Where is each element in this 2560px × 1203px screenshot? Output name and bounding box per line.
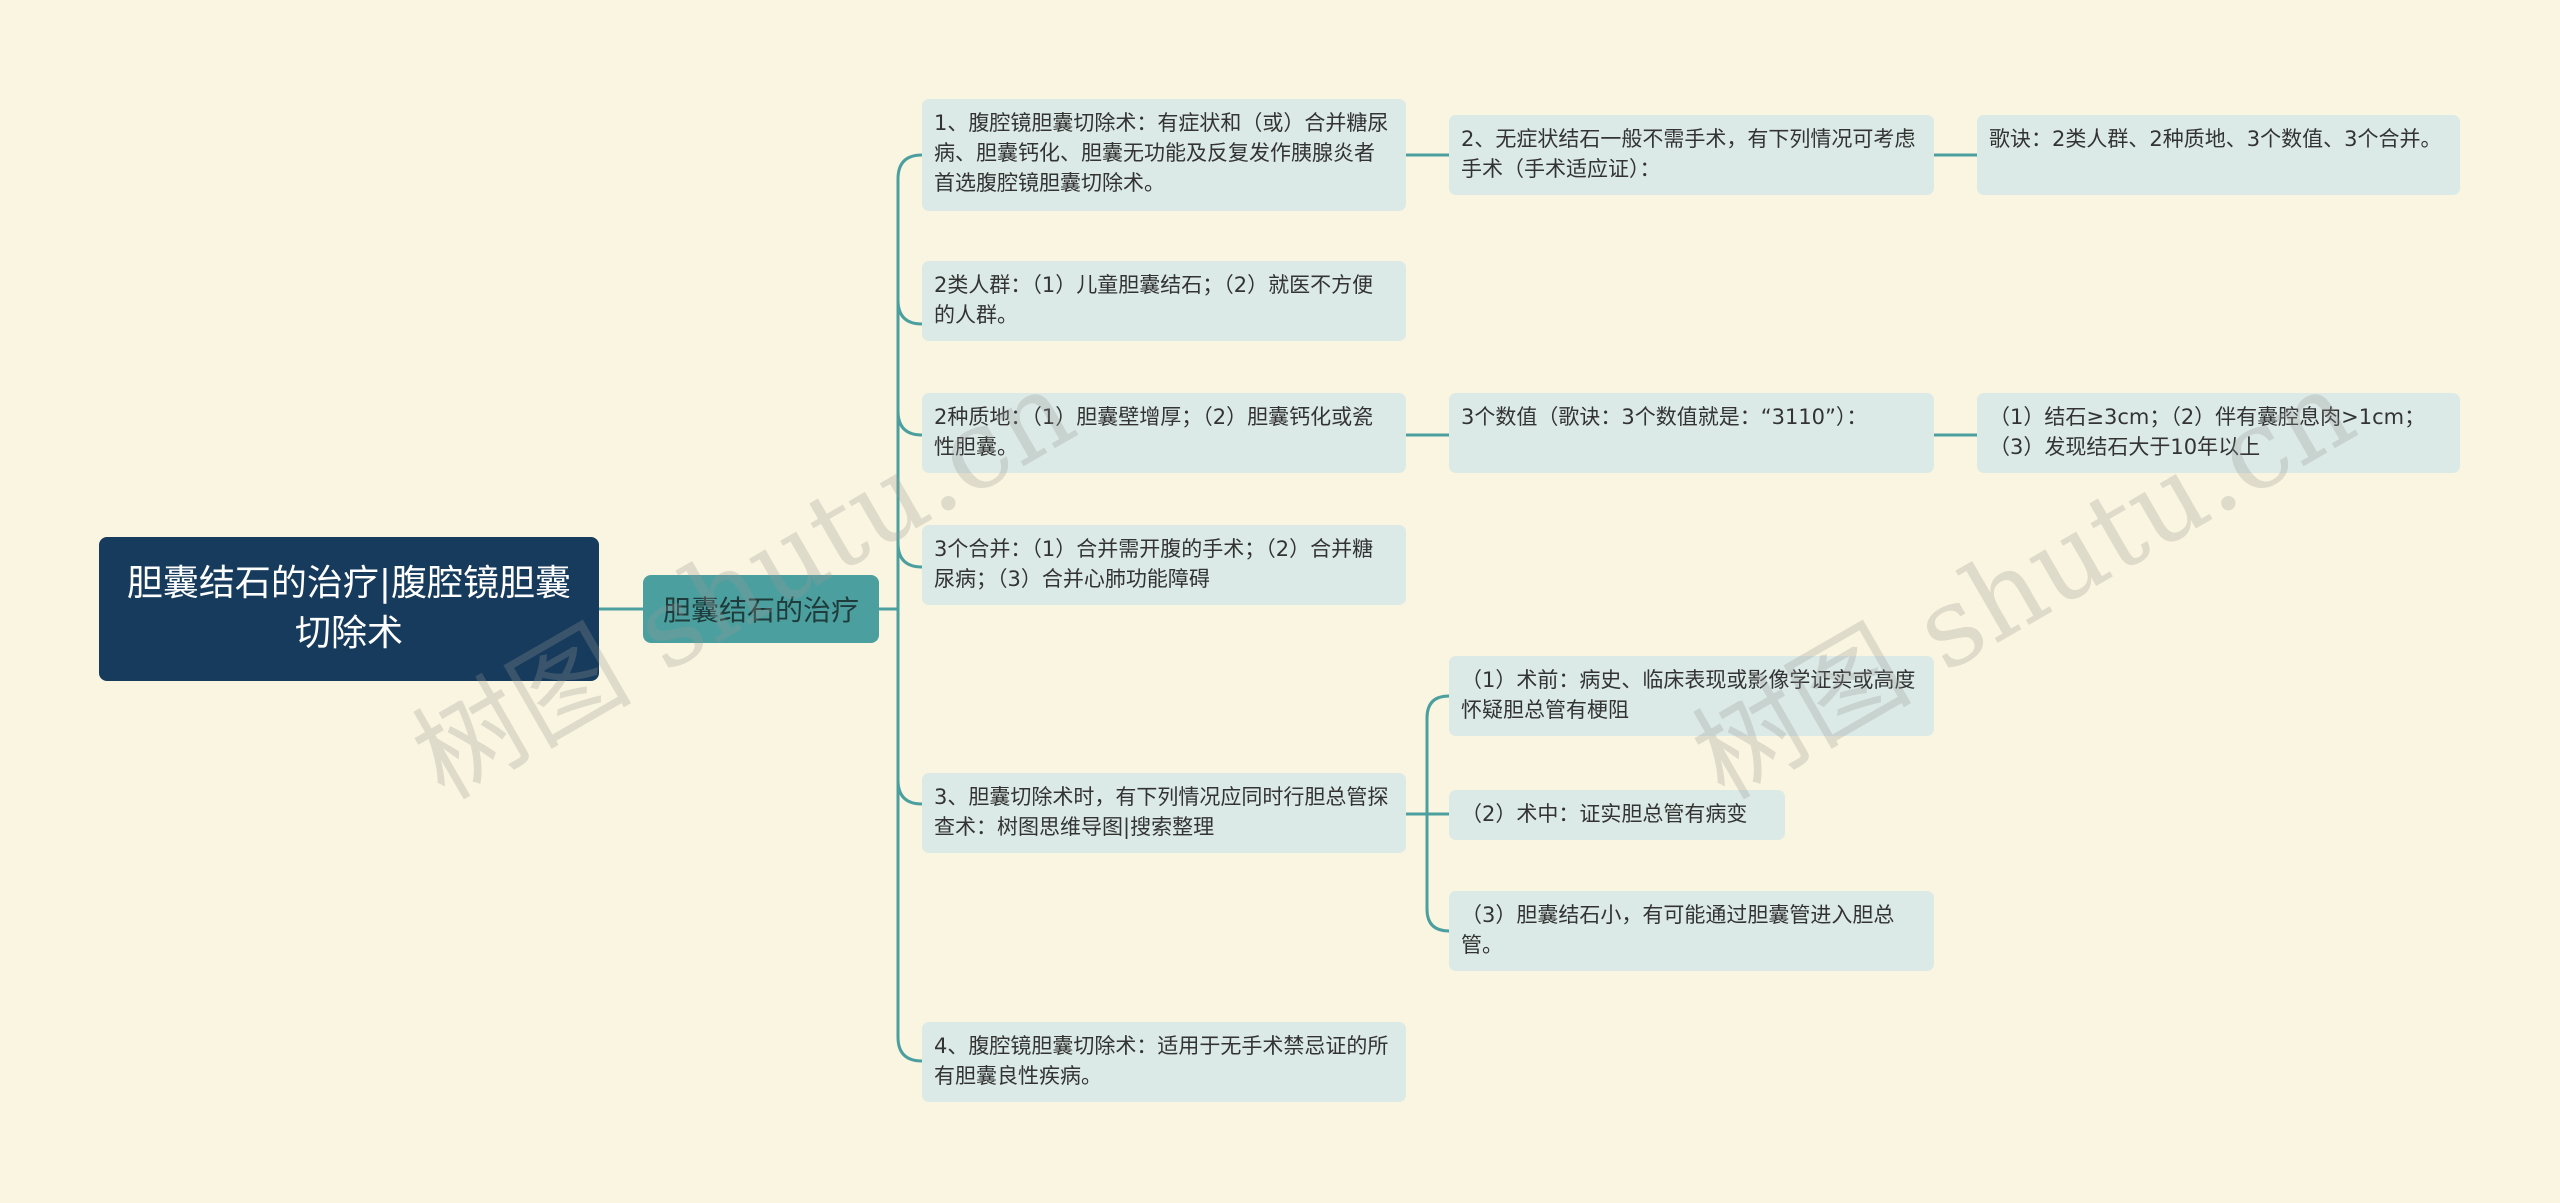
topic-item-5-child-3[interactable]: （3）胆囊结石小，有可能通过胆囊管进入胆总管。: [1449, 891, 1934, 971]
topic-item-2[interactable]: 2类人群：（1）儿童胆囊结石；（2）就医不方便的人群。: [922, 261, 1406, 341]
topic-item-3-grandchild[interactable]: （1）结石≥3cm；（2）伴有囊腔息肉>1cm；（3）发现结石大于10年以上: [1977, 393, 2460, 473]
topic-item-6[interactable]: 4、腹腔镜胆囊切除术：适用于无手术禁忌证的所有胆囊良性疾病。: [922, 1022, 1406, 1102]
hub-topic[interactable]: 胆囊结石的治疗: [643, 575, 879, 643]
topic-item-1-child[interactable]: 2、无症状结石一般不需手术，有下列情况可考虑手术（手术适应证）：: [1449, 115, 1934, 195]
topic-item-5[interactable]: 3、胆囊切除术时，有下列情况应同时行胆总管探查术：树图思维导图|搜索整理: [922, 773, 1406, 853]
topic-item-5-child-1[interactable]: （1）术前：病史、临床表现或影像学证实或高度怀疑胆总管有梗阻: [1449, 656, 1934, 736]
mind-map-canvas: 胆囊结石的治疗|腹腔镜胆囊切除术 胆囊结石的治疗 1、腹腔镜胆囊切除术：有症状和…: [0, 0, 2560, 1203]
topic-item-3-child[interactable]: 3个数值（歌诀：3个数值就是：“3110”）：: [1449, 393, 1934, 473]
root-topic[interactable]: 胆囊结石的治疗|腹腔镜胆囊切除术: [99, 537, 599, 681]
topic-item-3[interactable]: 2种质地：（1）胆囊壁增厚；（2）胆囊钙化或瓷性胆囊。: [922, 393, 1406, 473]
topic-item-1[interactable]: 1、腹腔镜胆囊切除术：有症状和（或）合并糖尿病、胆囊钙化、胆囊无功能及反复发作胰…: [922, 99, 1406, 211]
topic-item-4[interactable]: 3个合并：（1）合并需开腹的手术；（2）合并糖尿病；（3）合并心肺功能障碍: [922, 525, 1406, 605]
topic-item-5-child-2[interactable]: （2）术中：证实胆总管有病变: [1449, 790, 1785, 840]
topic-item-1-grandchild[interactable]: 歌诀：2类人群、2种质地、3个数值、3个合并。: [1977, 115, 2460, 195]
